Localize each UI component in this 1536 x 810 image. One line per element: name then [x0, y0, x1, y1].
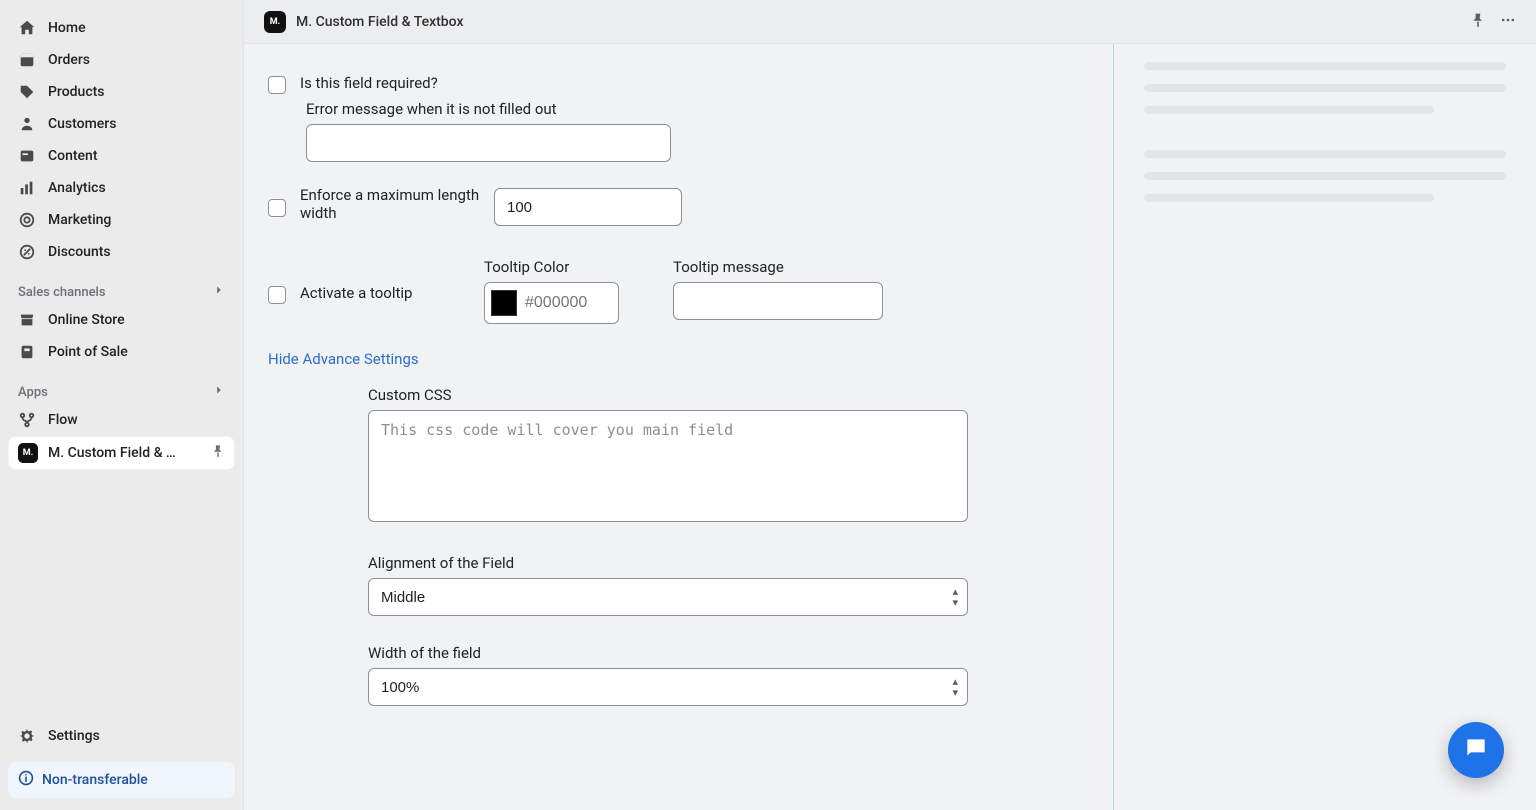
maxlen-input[interactable] — [494, 188, 682, 226]
skeleton-line — [1144, 194, 1434, 202]
gear-icon — [18, 727, 36, 745]
tooltip-color-text[interactable] — [525, 294, 605, 312]
alignment-label: Alignment of the Field — [368, 554, 968, 572]
nav-analytics[interactable]: Analytics — [8, 172, 235, 204]
nav-label: Content — [48, 148, 98, 164]
required-checkbox[interactable] — [268, 76, 286, 94]
titlebar: M. M. Custom Field & Textbox — [244, 0, 1536, 44]
store-icon — [18, 311, 36, 329]
custom-css-label: Custom CSS — [368, 386, 968, 404]
analytics-icon — [18, 179, 36, 197]
person-icon — [18, 115, 36, 133]
nav-orders[interactable]: Orders — [8, 44, 235, 76]
hide-advance-link[interactable]: Hide Advance Settings — [268, 350, 419, 368]
nav-discounts[interactable]: Discounts — [8, 236, 235, 268]
nav-label: Marketing — [48, 212, 111, 228]
page-title: M. Custom Field & Textbox — [296, 14, 464, 30]
nav-label: Online Store — [48, 312, 125, 328]
chevron-right-icon[interactable] — [213, 284, 225, 300]
home-icon — [18, 19, 36, 37]
app-logo-icon: M. — [264, 11, 286, 33]
nav-label: Point of Sale — [48, 344, 128, 360]
nav-label: Discounts — [48, 244, 111, 260]
chat-icon — [1463, 735, 1489, 765]
nav-label: Settings — [48, 728, 100, 744]
non-transferable-label: Non-transferable — [42, 772, 148, 788]
section-title: Apps — [18, 385, 48, 400]
chat-fab[interactable] — [1448, 722, 1504, 778]
required-label: Is this field required? — [300, 74, 1089, 92]
enforce-maxlen-label: Enforce a maximum length width — [300, 186, 480, 222]
skeleton-line — [1144, 172, 1506, 180]
nav-label: Orders — [48, 52, 90, 68]
nav-settings[interactable]: Settings — [8, 720, 235, 752]
tooltip-message-input[interactable] — [673, 282, 883, 320]
tooltip-color-input[interactable] — [484, 282, 619, 324]
nav-home[interactable]: Home — [8, 12, 235, 44]
sales-channels-header: Sales channels — [8, 276, 235, 304]
enforce-maxlen-checkbox[interactable] — [268, 199, 286, 217]
section-title: Sales channels — [18, 285, 106, 300]
flow-icon — [18, 411, 36, 429]
nav-label: Flow — [48, 412, 78, 428]
tooltip-activate-label: Activate a tooltip — [300, 284, 470, 302]
non-transferable-badge[interactable]: Non-transferable — [8, 762, 235, 798]
content-icon — [18, 147, 36, 165]
error-message-label: Error message when it is not filled out — [306, 100, 1089, 118]
more-icon[interactable] — [1500, 12, 1516, 32]
nav-label: Analytics — [48, 180, 106, 196]
sidebar: Home Orders Products Customers — [0, 0, 244, 810]
skeleton-line — [1144, 150, 1506, 158]
skeleton-line — [1144, 106, 1434, 114]
tooltip-activate-checkbox[interactable] — [268, 286, 286, 304]
custom-css-textarea[interactable] — [368, 410, 968, 522]
nav-point-of-sale[interactable]: Point of Sale — [8, 336, 235, 368]
width-select[interactable]: 100% — [368, 668, 968, 706]
orders-icon — [18, 51, 36, 69]
nav-label: Customers — [48, 116, 116, 132]
apps-header: Apps — [8, 376, 235, 404]
discount-icon — [18, 243, 36, 261]
alignment-select[interactable]: Middle — [368, 578, 968, 616]
pin-icon[interactable] — [211, 444, 225, 462]
chevron-right-icon[interactable] — [213, 384, 225, 400]
nav-online-store[interactable]: Online Store — [8, 304, 235, 336]
skeleton-line — [1144, 84, 1506, 92]
nav-products[interactable]: Products — [8, 76, 235, 108]
preview-column — [1114, 44, 1536, 810]
pos-icon — [18, 343, 36, 361]
nav-label: Home — [48, 20, 86, 36]
active-app-label: M. Custom Field & Tex... — [48, 445, 178, 461]
app-logo-icon: M. — [18, 443, 38, 463]
width-label: Width of the field — [368, 644, 968, 662]
skeleton-line — [1144, 62, 1506, 70]
tooltip-message-label: Tooltip message — [673, 258, 883, 276]
nav-content[interactable]: Content — [8, 140, 235, 172]
form-column: Is this field required? Error message wh… — [244, 44, 1114, 810]
active-app-pill[interactable]: M. M. Custom Field & Tex... — [8, 436, 235, 470]
nav-label: Products — [48, 84, 105, 100]
target-icon — [18, 211, 36, 229]
nav-flow[interactable]: Flow — [8, 404, 235, 436]
tag-icon — [18, 83, 36, 101]
pin-icon[interactable] — [1470, 12, 1486, 32]
error-message-input[interactable] — [306, 124, 671, 162]
nav-marketing[interactable]: Marketing — [8, 204, 235, 236]
info-icon — [18, 770, 34, 790]
nav-customers[interactable]: Customers — [8, 108, 235, 140]
tooltip-color-label: Tooltip Color — [484, 258, 619, 276]
color-swatch[interactable] — [491, 290, 517, 316]
